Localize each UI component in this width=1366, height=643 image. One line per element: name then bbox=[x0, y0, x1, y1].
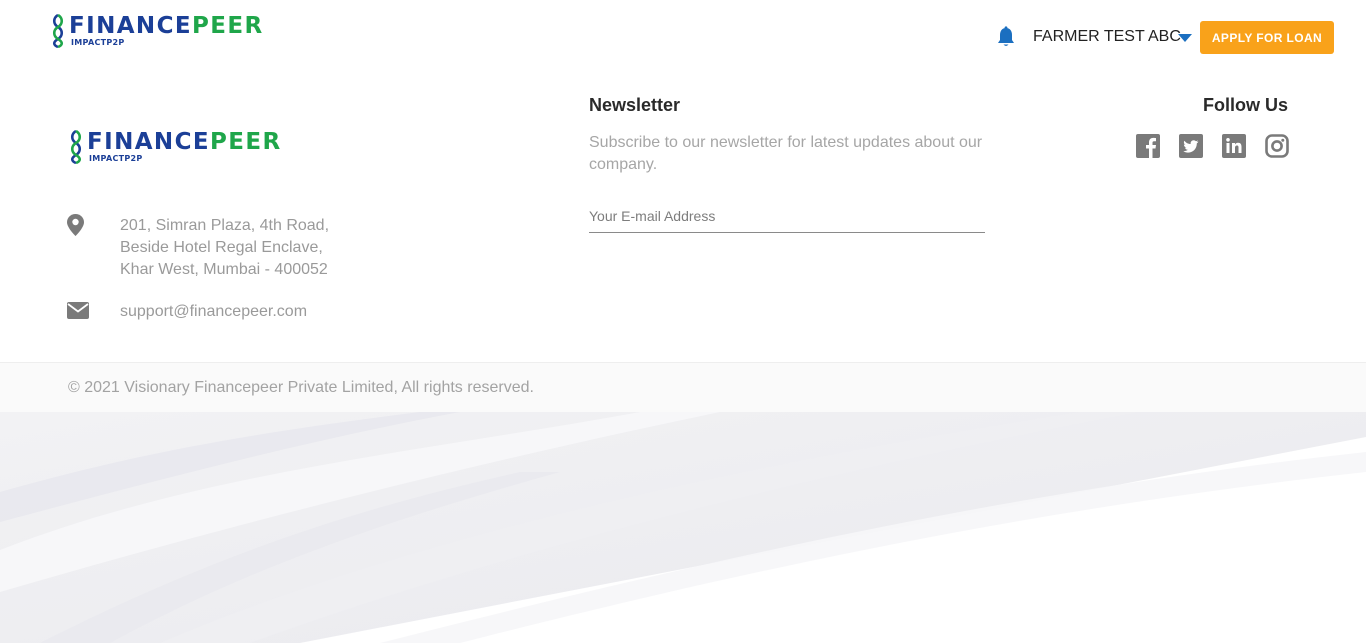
newsletter-heading: Newsletter bbox=[589, 95, 681, 115]
logo-mark-icon bbox=[70, 130, 82, 164]
background-decoration bbox=[0, 412, 1366, 643]
brand-tagline: IMPACTP2P bbox=[71, 38, 125, 47]
apply-for-loan-button[interactable]: APPLY FOR LOAN bbox=[1200, 21, 1334, 54]
brand-tagline: IMPACTP2P bbox=[89, 154, 143, 163]
company-address: 201, Simran Plaza, 4th Road, Beside Hote… bbox=[120, 215, 329, 281]
twitter-icon[interactable] bbox=[1179, 134, 1203, 158]
user-menu-name[interactable]: FARMER TEST ABC bbox=[1033, 27, 1181, 47]
address-line: Khar West, Mumbai - 400052 bbox=[120, 261, 328, 278]
brand-name-part2: PEER bbox=[191, 13, 264, 39]
follow-us-heading: Follow Us bbox=[1203, 95, 1288, 115]
facebook-icon[interactable] bbox=[1136, 134, 1160, 158]
brand-name-part2: PEER bbox=[209, 129, 282, 155]
address-line: 201, Simran Plaza, 4th Road, bbox=[120, 217, 330, 234]
support-email-link[interactable]: support@financepeer.com bbox=[120, 301, 307, 323]
copyright-bar: © 2021 Visionary Financepeer Private Lim… bbox=[0, 362, 1366, 412]
chevron-down-icon[interactable] bbox=[1178, 34, 1192, 42]
footer-logo[interactable]: FINANCEPEER IMPACTP2P bbox=[68, 130, 282, 164]
page: FINANCEPEER IMPACTP2P FARMER TEST ABC AP… bbox=[0, 0, 1366, 643]
envelope-icon bbox=[67, 302, 89, 319]
logo-mark-icon bbox=[52, 14, 64, 48]
linkedin-icon[interactable] bbox=[1222, 134, 1246, 158]
instagram-icon[interactable] bbox=[1265, 134, 1289, 158]
copyright-text: © 2021 Visionary Financepeer Private Lim… bbox=[68, 379, 534, 396]
header-logo[interactable]: FINANCEPEER IMPACTP2P bbox=[50, 14, 264, 48]
brand-name-part1: FINANCE bbox=[87, 129, 210, 155]
newsletter-email-input[interactable] bbox=[589, 200, 985, 233]
top-header: FINANCEPEER IMPACTP2P FARMER TEST ABC AP… bbox=[0, 0, 1366, 72]
newsletter-description: Subscribe to our newsletter for latest u… bbox=[589, 134, 983, 173]
map-marker-icon bbox=[67, 214, 84, 236]
bell-icon[interactable] bbox=[996, 26, 1016, 48]
brand-name-part1: FINANCE bbox=[69, 13, 192, 39]
address-line: Beside Hotel Regal Enclave, bbox=[120, 239, 323, 256]
